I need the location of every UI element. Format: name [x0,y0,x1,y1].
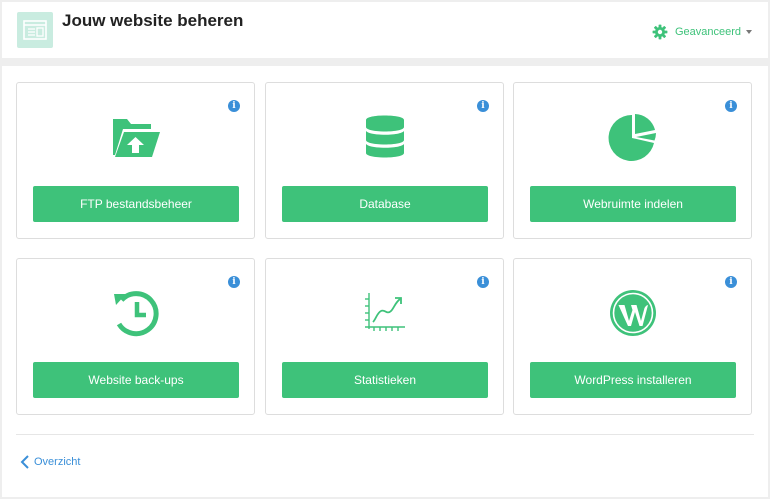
website-window-icon [17,12,53,48]
database-button[interactable]: Database [282,186,488,222]
advanced-menu-button[interactable]: Geavanceerd [652,23,752,41]
chevron-left-icon [20,455,29,469]
statistics-chart-icon [365,293,405,331]
info-icon[interactable]: i [477,276,489,288]
card-database: i Database [265,82,504,239]
backups-button[interactable]: Website back-ups [33,362,239,398]
header: Jouw website beheren Geavanceerd [2,2,768,58]
card-statistics: i Statistieken [265,258,504,415]
info-icon[interactable]: i [477,100,489,112]
page-title: Jouw website beheren [62,11,244,30]
backup-clock-icon [114,291,159,337]
advanced-label: Geavanceerd [674,26,741,38]
info-icon[interactable]: i [228,276,240,288]
info-icon[interactable]: i [725,276,737,288]
card-ftp: i FTP bestandsbeheer [16,82,255,239]
info-icon[interactable]: i [725,100,737,112]
pie-chart-icon [608,114,656,161]
back-link-label: Overzicht [34,456,81,468]
statistics-button[interactable]: Statistieken [282,362,488,398]
card-backups: i Website back-ups [16,258,255,415]
folder-upload-icon [113,119,160,157]
wordpress-icon [610,290,656,336]
webspace-button[interactable]: Webruimte indelen [530,186,736,222]
card-webspace: i Webruimte indelen [513,82,752,239]
divider [16,434,754,435]
caret-down-icon [746,30,752,34]
main-content: i FTP bestandsbeheer i Database i Webrui… [2,66,768,497]
ftp-button[interactable]: FTP bestandsbeheer [33,186,239,222]
gear-icon [652,24,668,40]
card-wordpress: i WordPress installeren [513,258,752,415]
back-to-overview-link[interactable]: Overzicht [20,455,80,469]
wordpress-button[interactable]: WordPress installeren [530,362,736,398]
info-icon[interactable]: i [228,100,240,112]
database-icon [366,115,404,158]
